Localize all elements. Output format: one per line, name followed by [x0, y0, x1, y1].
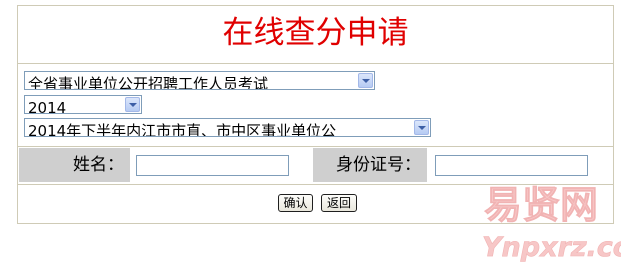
id-number-input[interactable]	[435, 155, 588, 176]
name-input-cell	[131, 148, 312, 182]
id-input-cell	[428, 148, 612, 182]
page-title: 在线查分申请	[222, 15, 409, 51]
confirm-button[interactable]: 确认	[278, 194, 313, 212]
watermark-domain: Ynpxrz.com	[482, 232, 621, 263]
back-button[interactable]: 返回	[321, 194, 357, 212]
watermark-logo: 易贤网 Ynpxrz.com	[482, 183, 621, 264]
exam-name-select[interactable]: 2014年下半年内江市市直、市中区事业单位公	[24, 118, 431, 137]
exam-name-value: 2014年下半年内江市市直、市中区事业单位公	[28, 122, 337, 137]
exam-category-value: 全省事业单位公开招聘工作人员考试	[28, 75, 269, 90]
id-number-label: 身份证号：	[313, 148, 427, 182]
exam-year-value: 2014	[28, 99, 67, 114]
exam-year-select[interactable]: 2014	[24, 95, 142, 114]
name-label: 姓名：	[19, 148, 130, 182]
chevron-down-icon[interactable]	[358, 73, 373, 88]
exam-category-select[interactable]: 全省事业单位公开招聘工作人员考试	[24, 71, 375, 90]
exam-select-row: 全省事业单位公开招聘工作人员考试 2014 2014年下半年内江市市直、市中区事…	[18, 64, 613, 147]
chevron-down-icon[interactable]	[125, 97, 140, 112]
chevron-down-icon[interactable]	[414, 120, 429, 135]
title-row: 在线查分申请	[18, 6, 613, 64]
name-input[interactable]	[136, 155, 289, 176]
watermark-brand: 易贤网	[484, 183, 598, 227]
